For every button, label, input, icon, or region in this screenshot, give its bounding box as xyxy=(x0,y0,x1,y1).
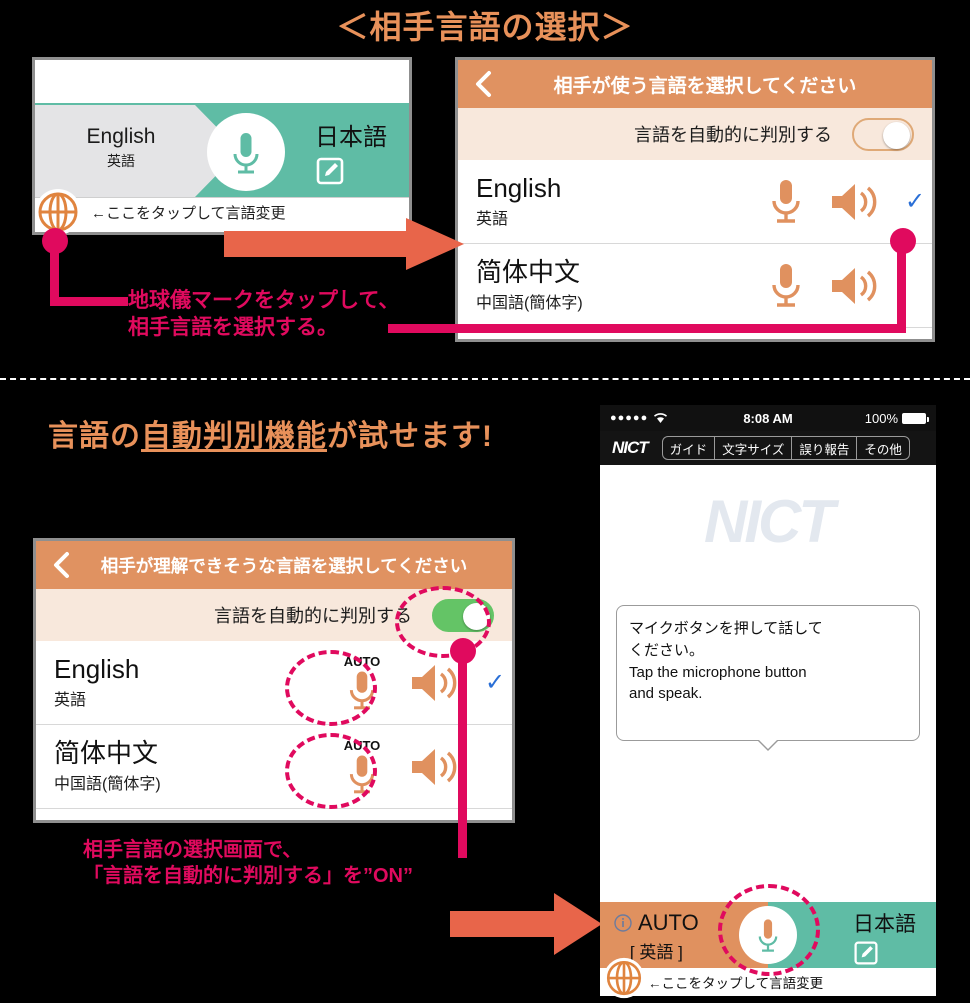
language-select-header: 相手が理解できそうな言語を選択してください xyxy=(36,541,512,589)
language-select-title: 相手が使う言語を選択してください xyxy=(553,75,857,97)
table-row[interactable]: English 英語 ✓ xyxy=(458,160,932,244)
heading-pre: 言語の xyxy=(48,420,141,453)
translation-text-area xyxy=(35,60,409,105)
language-names: 简体中文 中国語(簡体字) xyxy=(476,258,768,314)
target-language-panel[interactable]: 日本語 xyxy=(315,117,387,186)
speaker-icon[interactable] xyxy=(830,265,882,307)
section-divider xyxy=(0,378,970,380)
bubble-line-4: and speak. xyxy=(629,685,703,703)
auto-detect-label: 言語を自動的に判別する xyxy=(634,125,832,145)
highlight-circle-toggle xyxy=(395,586,491,658)
section-bottom-heading: 言語の自動判別機能が試せます! xyxy=(48,411,493,455)
highlight-circle-auto-mic-2 xyxy=(285,733,377,809)
language-select-title: 相手が理解できそうな言語を選択してください xyxy=(100,555,468,576)
selected-check: ✓ xyxy=(904,188,926,215)
microphone-button[interactable] xyxy=(207,113,285,191)
annotation-line-up-right xyxy=(897,241,906,329)
chevron-left-icon[interactable] xyxy=(50,550,72,580)
auto-label: AUTO xyxy=(638,910,699,935)
page-root: ＜相手言語の選択＞ English 英語 日本語 ←ここをタップして言語変更 相… xyxy=(0,0,970,1003)
microphone-icon xyxy=(233,133,259,174)
nict-watermark: NICT xyxy=(704,488,835,555)
bubble-line-1: マイクボタンを押して話して xyxy=(629,620,823,637)
toolbar-button-other[interactable]: その他 xyxy=(857,437,909,459)
row-icons xyxy=(768,260,898,312)
edit-pencil-icon[interactable] xyxy=(315,156,345,186)
highlight-circle-auto-mic-1 xyxy=(285,650,377,726)
app-language-bar: AUTO [ 英語 ] 日本語 xyxy=(600,902,936,968)
target-language-name: 日本語 xyxy=(315,124,387,151)
speaker-icon[interactable] xyxy=(410,746,462,788)
info-circle-icon[interactable] xyxy=(614,914,632,932)
row-icons xyxy=(768,176,898,228)
auto-label-row: AUTO xyxy=(614,910,699,936)
edit-pencil-icon[interactable] xyxy=(853,940,879,966)
top-left-phone-frame: English 英語 日本語 ←ここをタップして言語変更 xyxy=(32,57,412,235)
bottom-right-phone-frame: ●●●●● 8:08 AM 100% NICT ガイド 文字サイズ 誤り報告 そ… xyxy=(600,405,936,1000)
battery-percent: 100% xyxy=(864,410,898,426)
annotation-line-2: 「言語を自動的に判別する」を”ON” xyxy=(83,864,413,887)
battery-full-icon xyxy=(902,412,929,424)
status-bar: ●●●●● 8:08 AM 100% xyxy=(600,405,936,431)
globe-icon[interactable] xyxy=(603,957,645,999)
language-name: 简体中文 xyxy=(476,256,581,287)
auto-detect-row: 言語を自動的に判別する xyxy=(458,108,932,160)
annotation-line-to-list xyxy=(388,324,906,333)
selected-check: ✓ xyxy=(484,669,506,696)
bubble-tail-inner xyxy=(757,738,779,749)
language-change-hint: ←ここをタップして言語変更 xyxy=(648,976,824,991)
toolbar-button-fontsize[interactable]: 文字サイズ xyxy=(715,437,793,459)
table-row[interactable]: 简体中文 中国語(簡体字) xyxy=(458,244,932,328)
language-name-sub: 英語 xyxy=(476,211,509,229)
microphone-button[interactable] xyxy=(739,906,797,964)
annotation-line-1: 地球儀マークをタップして、 xyxy=(128,289,400,312)
heading-post: が試せます! xyxy=(327,420,493,453)
source-language-name: English xyxy=(86,125,156,148)
annotation-line-bottom-vertical xyxy=(458,650,467,858)
chevron-left-icon[interactable] xyxy=(472,69,494,99)
language-names: English 英語 xyxy=(476,174,768,230)
top-right-phone-frame: 相手が使う言語を選択してください 言語を自動的に判別する English 英語 xyxy=(455,57,935,342)
toggle-knob xyxy=(883,121,910,149)
source-language-label: English 英語 xyxy=(61,125,181,171)
annotation-line-2: 相手言語を選択する。 xyxy=(128,315,338,339)
annotation-text-bottom: 相手言語の選択画面で、 「言語を自動的に判別する」を”ON” xyxy=(83,838,413,889)
microphone-icon[interactable] xyxy=(768,260,804,312)
battery-indicator: 100% xyxy=(864,410,929,426)
auto-source-label: AUTO [ 英語 ] xyxy=(614,910,699,963)
bubble-line-2: ください。 xyxy=(629,641,705,659)
bottom-left-phone-frame: 相手が理解できそうな言語を選択してください 言語を自動的に判別する Englis… xyxy=(33,538,515,823)
annotation-line-horizontal xyxy=(50,297,128,306)
section-top-title: ＜相手言語の選択＞ xyxy=(336,9,634,45)
nict-logo: NICT xyxy=(612,438,649,457)
instruction-bubble: マイクボタンを押して話して ください。 Tap the microphone b… xyxy=(616,605,920,751)
source-language-sub: 英語 xyxy=(107,153,135,169)
app-toolbar: NICT ガイド 文字サイズ 誤り報告 その他 xyxy=(600,431,936,465)
bubble-line-3: Tap the microphone button xyxy=(629,663,807,681)
speaker-icon[interactable] xyxy=(830,181,882,223)
annotation-text-top: 地球儀マークをタップして、 相手言語を選択する。 xyxy=(128,288,399,342)
flow-arrow-icon xyxy=(224,218,464,270)
toolbar-button-guide[interactable]: ガイド xyxy=(663,437,716,459)
auto-detect-toggle[interactable] xyxy=(852,117,914,151)
microphone-icon[interactable] xyxy=(768,176,804,228)
language-name-sub: 中国語(簡体字) xyxy=(476,295,583,313)
language-name: English xyxy=(476,172,562,203)
heading-underlined: 自動判別機能 xyxy=(141,420,327,453)
app-main-area: NICT マイクボタンを押して話して ください。 Tap the microph… xyxy=(600,465,936,902)
target-language-name: 日本語 xyxy=(853,913,916,936)
toolbar-button-report[interactable]: 誤り報告 xyxy=(792,437,858,459)
microphone-icon xyxy=(758,919,778,952)
flow-arrow-icon-bottom xyxy=(450,893,602,955)
annotation-line-1: 相手言語の選択画面で、 xyxy=(83,839,303,861)
speaker-icon[interactable] xyxy=(410,662,462,704)
annotation-dot-end xyxy=(890,228,916,254)
auto-detect-label: 言語を自動的に判別する xyxy=(214,606,412,626)
target-language-label: 日本語 xyxy=(853,908,916,966)
language-select-header: 相手が使う言語を選択してください xyxy=(458,60,932,108)
table-row[interactable]: 简体中文 中国語(簡体字) AUTO xyxy=(36,725,512,809)
translator-language-bar: English 英語 日本語 xyxy=(35,105,409,197)
toolbar-segmented-control[interactable]: ガイド 文字サイズ 誤り報告 その他 xyxy=(661,436,910,460)
